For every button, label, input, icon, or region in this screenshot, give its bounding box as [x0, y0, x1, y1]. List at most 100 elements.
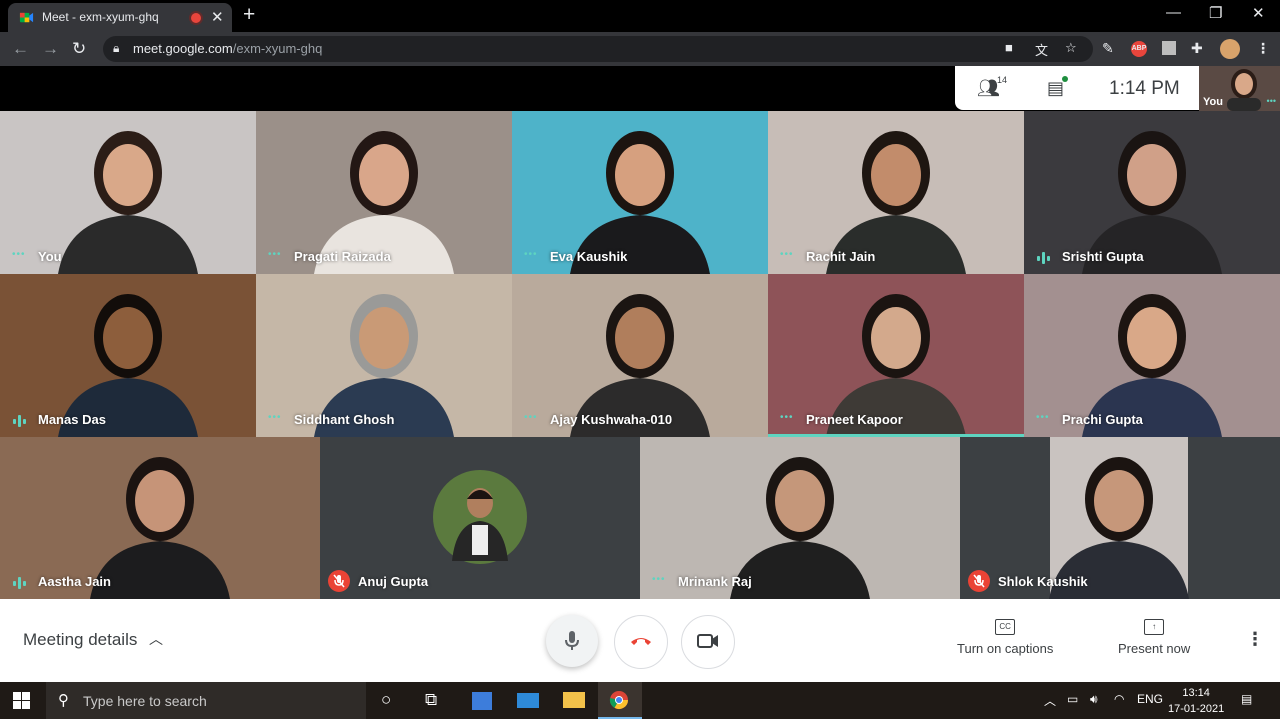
meeting-details-label: Meeting details — [23, 630, 138, 649]
present-now-button[interactable]: ↑ Present now — [1118, 619, 1190, 656]
extension-icon[interactable] — [1162, 41, 1176, 55]
language-indicator[interactable]: ENG — [1137, 692, 1163, 706]
minimize-icon[interactable]: — — [1166, 4, 1181, 21]
chrome-taskbar-button[interactable] — [598, 682, 642, 719]
camera-permission-icon[interactable]: ■ — [1005, 40, 1013, 55]
meeting-info-panel: 👥︎ 14 ▤ 1:14 PM — [955, 66, 1199, 110]
participant-name: Prachi Gupta — [1062, 412, 1143, 427]
participant-tile[interactable]: ••• Eva Kaushik — [512, 111, 768, 274]
chrome-icon — [609, 691, 628, 710]
participant-tile[interactable]: ••• Prachi Gupta — [1024, 274, 1280, 437]
participant-name: Siddhant Ghosh — [294, 412, 395, 427]
chrome-menu-icon[interactable]: ⋮ — [1256, 40, 1270, 57]
wifi-icon[interactable]: ◠ — [1114, 692, 1124, 706]
camera-icon — [697, 634, 718, 648]
camera-button[interactable] — [681, 615, 735, 669]
participant-tile[interactable]: ••• Mrinank Raj — [640, 437, 960, 599]
participant-name: Aastha Jain — [38, 574, 111, 589]
volume-icon[interactable]: 🔊︎ — [1090, 692, 1098, 707]
address-bar[interactable]: 🔒︎ meet.google.com/exm-xyum-ghq ■ 文 ☆ — [103, 36, 1093, 62]
participant-name: Eva Kaushik — [550, 249, 628, 264]
participant-name: Mrinank Raj — [678, 574, 752, 589]
audio-dots-icon: ••• — [780, 412, 794, 423]
participant-tile[interactable]: Manas Das — [0, 274, 256, 437]
participant-name: Manas Das — [38, 412, 106, 427]
store-icon[interactable] — [472, 692, 492, 710]
participant-tile[interactable]: ••• Rachit Jain — [768, 111, 1024, 274]
speaking-wave-icon — [12, 414, 28, 427]
tab-title: Meet - exm-xyum-ghq — [42, 10, 159, 24]
pen-extension-icon[interactable]: ✎ — [1102, 40, 1114, 57]
self-view-label: You — [1203, 96, 1223, 108]
file-explorer-icon[interactable] — [563, 692, 585, 708]
cortana-icon[interactable]: ○ — [381, 690, 391, 710]
meeting-details-button[interactable]: Meeting details ︿ — [23, 630, 163, 650]
mail-icon[interactable] — [517, 693, 539, 708]
reload-icon[interactable]: ↻ — [72, 39, 86, 59]
chat-icon[interactable]: ▤ — [1047, 78, 1064, 99]
extensions-puzzle-icon[interactable]: ✚ — [1191, 40, 1203, 57]
speaking-wave-icon — [1036, 251, 1052, 264]
windows-start-icon[interactable] — [13, 692, 30, 709]
url-text: meet.google.com/exm-xyum-ghq — [133, 41, 323, 56]
audio-dots-icon: ••• — [652, 574, 666, 585]
chevron-up-icon: ︿ — [149, 631, 163, 647]
clock-date: 17-01-2021 — [1168, 703, 1225, 715]
taskbar-search[interactable]: ⚲ Type here to search — [46, 682, 366, 719]
bookmark-star-icon[interactable]: ☆ — [1065, 40, 1077, 56]
search-placeholder: Type here to search — [83, 693, 207, 709]
meeting-time: 1:14 PM — [1109, 78, 1180, 99]
battery-icon[interactable]: ▭ — [1067, 692, 1078, 706]
participant-name: You — [38, 249, 62, 264]
participant-count: 14 — [997, 75, 1008, 85]
present-screen-icon: ↑ — [1144, 619, 1165, 635]
close-window-icon[interactable]: ✕ — [1252, 4, 1265, 22]
participant-tile[interactable]: Aastha Jain — [0, 437, 320, 599]
participant-name: Anuj Gupta — [358, 574, 429, 589]
recording-indicator-icon — [191, 13, 201, 23]
muted-mic-icon — [328, 570, 350, 592]
participant-tile[interactable]: Anuj Gupta — [320, 437, 640, 599]
taskbar-clock[interactable]: 13:14 17-01-2021 — [1168, 685, 1224, 717]
active-speaker-indicator — [768, 434, 1024, 437]
browser-title-bar: Meet - exm-xyum-ghq ✕ + — ❐ ✕ — [0, 0, 1280, 32]
audio-dots-icon: ••• — [524, 249, 538, 260]
end-call-button[interactable] — [614, 615, 668, 669]
participant-tile[interactable]: ••• You — [0, 111, 256, 274]
google-meet-icon — [19, 12, 34, 23]
profile-avatar[interactable] — [1220, 39, 1240, 59]
hang-up-icon — [631, 638, 651, 645]
participant-tile[interactable]: ••• Siddhant Ghosh — [256, 274, 512, 437]
self-view-thumbnail[interactable]: You ••• — [1199, 66, 1280, 111]
maximize-icon[interactable]: ❐ — [1209, 4, 1222, 22]
lock-icon: 🔒︎ — [113, 41, 120, 55]
new-tab-icon[interactable]: + — [243, 3, 255, 27]
close-tab-icon[interactable]: ✕ — [211, 8, 224, 26]
present-label: Present now — [1118, 641, 1191, 656]
translate-icon[interactable]: 文 — [1035, 40, 1048, 59]
captions-button[interactable]: CC Turn on captions — [957, 619, 1053, 656]
captions-icon: CC — [995, 619, 1016, 635]
back-icon[interactable]: ← — [12, 39, 29, 59]
more-options-icon[interactable]: ⋮ — [1246, 629, 1264, 650]
audio-dots-icon: ••• — [268, 412, 282, 423]
audio-dots-icon: ••• — [12, 249, 26, 260]
participant-tile[interactable]: ••• Pragati Raizada — [256, 111, 512, 274]
participant-tile[interactable]: ••• Ajay Kushwaha-010 — [512, 274, 768, 437]
participant-tile[interactable]: Shlok Kaushik — [960, 437, 1280, 599]
forward-icon[interactable]: → — [42, 39, 59, 59]
show-hidden-icons-icon[interactable]: ︿ — [1044, 692, 1056, 709]
participant-tile[interactable]: Srishti Gupta — [1024, 111, 1280, 274]
browser-tab[interactable]: Meet - exm-xyum-ghq ✕ — [8, 3, 232, 32]
microphone-button[interactable] — [546, 615, 598, 667]
notifications-icon[interactable]: ▤ — [1241, 692, 1252, 706]
adblock-icon[interactable]: ABP — [1131, 41, 1147, 57]
task-view-icon[interactable]: ⧉ — [425, 690, 437, 710]
audio-dots-icon: ••• — [780, 249, 794, 260]
chat-notification-dot — [1062, 76, 1068, 82]
participant-tile[interactable]: ••• Praneet Kapoor — [768, 274, 1024, 437]
audio-dots-icon: ••• — [524, 412, 538, 423]
participant-name: Ajay Kushwaha-010 — [550, 412, 673, 427]
participant-name: Shlok Kaushik — [998, 574, 1088, 589]
meeting-controls-bar: Meeting details ︿ CC Turn on captions ↑ … — [0, 599, 1280, 682]
